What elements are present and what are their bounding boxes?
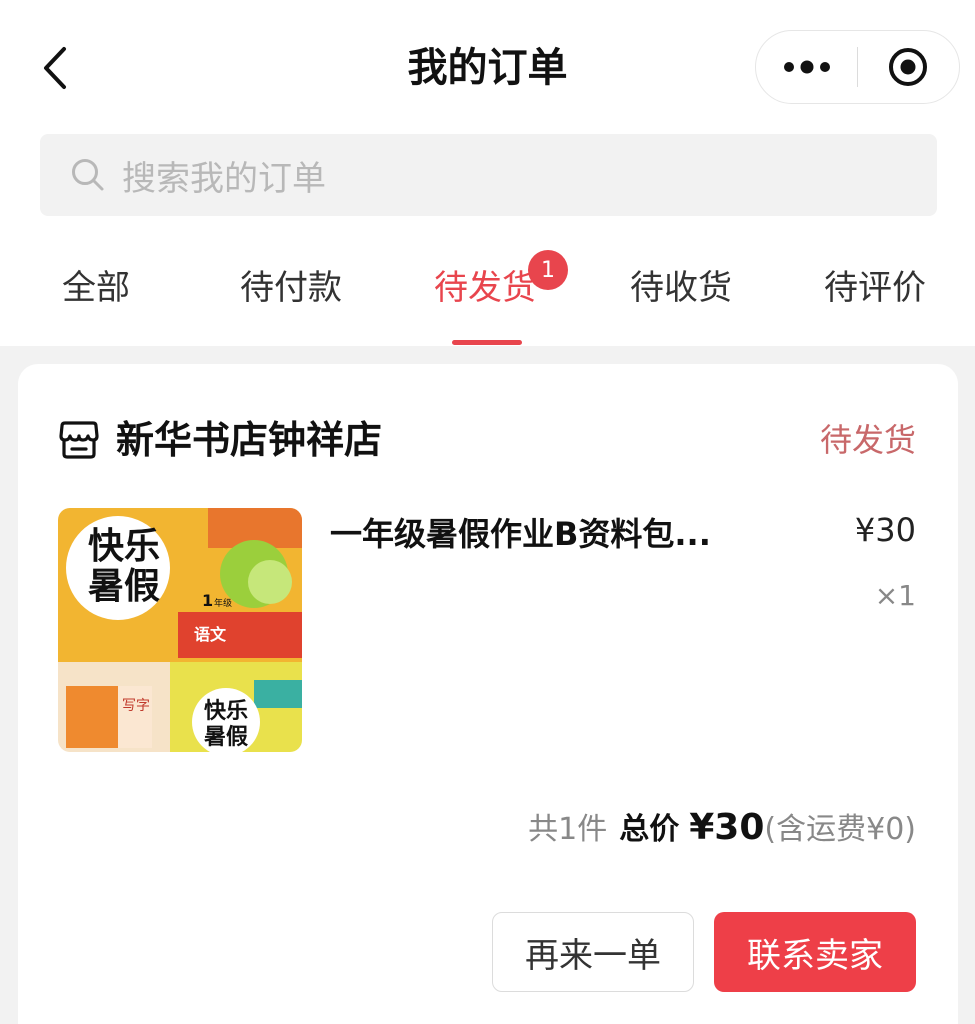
order-total-row: 共1件 总价 ¥30 (含运费¥0) <box>528 804 916 848</box>
tab-pending-shipment[interactable]: 待发货 <box>434 264 536 312</box>
tab-pending-payment[interactable]: 待付款 <box>240 264 342 312</box>
cover-title-line2: 暑假 <box>88 566 160 607</box>
order-status: 待发货 <box>819 421 916 459</box>
total-amount: ¥30 <box>689 807 765 848</box>
active-tab-indicator <box>452 340 522 345</box>
shipping-fee: (含运费¥0) <box>764 812 916 847</box>
more-button[interactable] <box>756 31 857 103</box>
product-cover-image: 快乐 暑假 1 年级 语文 写字 快乐 暑假 <box>58 508 302 752</box>
tab-pending-receipt[interactable]: 待收货 <box>630 264 732 312</box>
total-label: 总价 <box>619 812 680 847</box>
product-thumbnail[interactable]: 快乐 暑假 1 年级 语文 写字 快乐 暑假 <box>58 508 302 752</box>
cover-small-title-line2: 暑假 <box>204 725 248 750</box>
store-name: 新华书店钟祥店 <box>116 418 383 462</box>
order-tabs: 全部 待付款 待发货 待收货 待评价 <box>0 250 975 346</box>
target-close-icon <box>889 48 928 86</box>
mini-program-capsule <box>755 30 960 104</box>
search-input[interactable]: 搜索我的订单 <box>40 134 937 216</box>
search-icon <box>72 159 104 191</box>
tab-all[interactable]: 全部 <box>62 264 130 312</box>
cover-writing: 写字 <box>122 698 150 714</box>
cover-subject: 语文 <box>194 625 227 644</box>
cover-title-line1: 快乐 <box>88 526 160 567</box>
store-icon <box>59 421 99 459</box>
cover-grade-unit: 年级 <box>214 597 232 609</box>
product-name[interactable]: 一年级暑假作业B资料包... <box>330 512 770 556</box>
contact-seller-button[interactable]: 联系卖家 <box>714 912 916 992</box>
header: 我的订单 搜索我的订单 全部 待付款 待发货 待收货 待评价 1 <box>0 0 975 346</box>
item-count: 共1件 <box>528 812 608 847</box>
store-row[interactable]: 新华书店钟祥店 <box>58 414 382 466</box>
close-button[interactable] <box>858 31 959 103</box>
reorder-button[interactable]: 再来一单 <box>492 912 694 992</box>
order-card[interactable]: 新华书店钟祥店 待发货 快乐 暑假 1 年级 语文 写字 快乐 暑假 一年级暑假… <box>18 364 958 1024</box>
tab-badge: 1 <box>528 250 568 290</box>
more-dots-icon <box>783 60 830 74</box>
search-placeholder: 搜索我的订单 <box>122 158 326 199</box>
cover-grade: 1 <box>202 591 213 610</box>
tab-pending-review[interactable]: 待评价 <box>824 264 926 312</box>
product-quantity: ×1 <box>874 579 916 612</box>
cover-small-title-line1: 快乐 <box>204 699 248 724</box>
product-price: ¥30 <box>854 511 916 549</box>
